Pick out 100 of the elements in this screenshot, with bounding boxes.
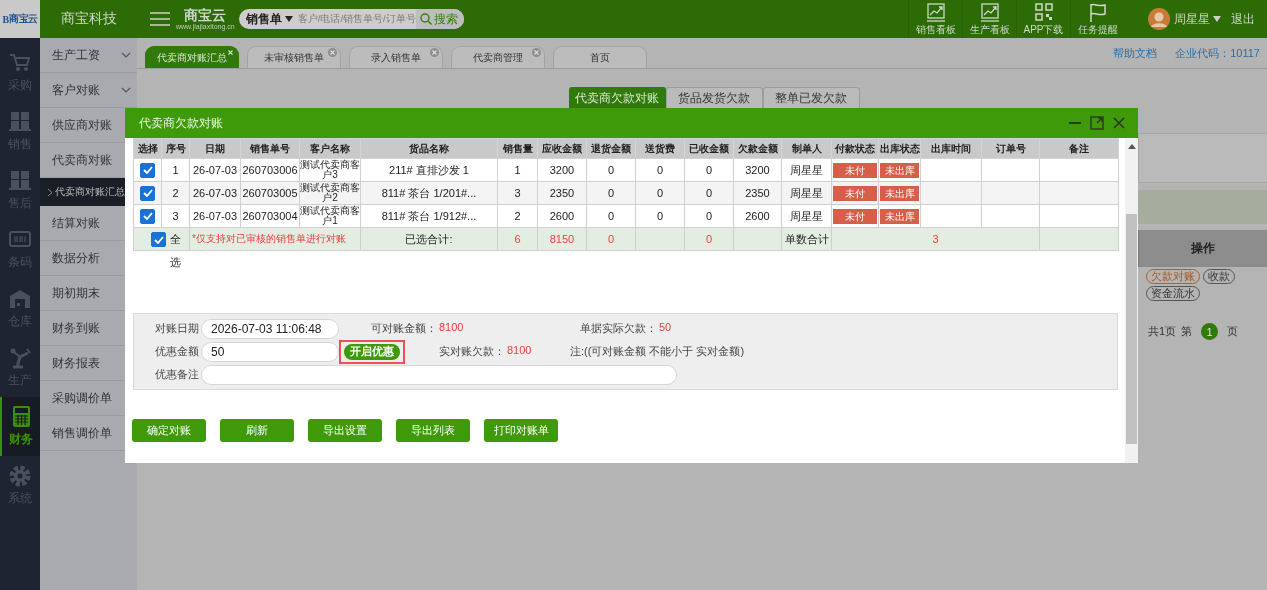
column-header: 出库状态 [878,138,921,159]
tab[interactable]: 代卖商管理 [451,46,545,68]
table-cell: 260703005 [240,181,300,205]
table-cell: 260703004 [240,204,300,228]
tab[interactable]: 录入销售单 [349,46,443,68]
table-cell: 8150 [537,227,587,251]
table-cell: 211# 直排沙发 1 [360,158,498,182]
checkbox[interactable] [140,208,155,224]
tab[interactable]: 未审核销售单 [247,46,341,68]
field-label: 单据实际欠款： [580,321,657,336]
checkbox[interactable] [140,162,155,178]
action-button[interactable]: 刷新 [220,419,294,442]
table-cell: 0 [684,158,734,182]
company-code: 企业代码：10117 [1175,45,1260,61]
check-icon [142,212,153,220]
avatar-icon [1148,8,1170,30]
field-label: 优惠金额 [154,344,199,359]
user-menu[interactable]: 周星星 [1174,10,1221,28]
line-chart-icon [979,1,1000,22]
table-cell: 测试代卖商客户3 [299,158,361,182]
logo-text: 商宝云 [9,12,38,26]
column-header: 欠款金额 [733,138,782,159]
tab[interactable]: 首页 [553,46,647,68]
table-cell: 3200 [733,158,782,182]
check-icon [142,189,153,197]
table-cell: 2600 [733,204,782,228]
chevron-icon [121,52,131,58]
maximize-icon[interactable] [1090,116,1104,130]
table-cell: 0 [635,158,685,182]
table-cell: 3 [831,227,1040,251]
table-cell: 周星星 [781,158,832,182]
checkbox[interactable] [140,185,155,201]
sidebar-item[interactable]: 财务 [0,397,40,456]
total-label: 单数合计 [781,227,832,251]
action-button[interactable]: 导出列表 [396,419,470,442]
search-button[interactable]: 搜索 [415,9,464,29]
action-button[interactable]: 打印对账单 [484,419,558,442]
scrollbar-thumb[interactable] [1126,214,1137,444]
column-header: 备注 [1039,138,1119,159]
tab[interactable]: 代卖商欠款对账 [568,87,666,108]
checkbox[interactable] [151,232,166,247]
column-header: 付款状态 [831,138,879,159]
discount-button[interactable]: 开启优惠 [344,343,400,360]
logout-link[interactable]: 退出 [1231,10,1255,28]
page-label: 第 [1181,324,1193,339]
table-cell: 0 [635,181,685,205]
input-field[interactable]: 50 [201,341,339,362]
action-button[interactable]: 导出设置 [308,419,382,442]
tab[interactable]: 代卖商对账汇总 [145,46,239,68]
search-field[interactable]: 销售单 客户/电话/销售单号/订单号 搜索 [238,9,464,29]
table-cell: 26-07-03 [189,204,241,228]
total-label: 已选合计: [360,227,498,251]
field-label: 对账日期 [154,321,199,336]
table-cell: 260703006 [240,158,300,182]
page-total: 共1页 [1148,324,1177,339]
search-scope[interactable]: 销售单 [245,10,282,28]
robot-arm-icon [8,346,32,369]
table-cell: 0 [586,227,636,251]
select-all-label: 全选 [170,232,181,270]
chevron-icon [121,87,131,93]
page-unit: 页 [1227,324,1239,339]
input-field[interactable]: 2026-07-03 11:06:48 [201,318,339,339]
action-button[interactable]: 确定对账 [132,419,206,442]
table-cell: 测试代卖商客户1 [299,204,361,228]
tab[interactable]: 货品发货欠款 [665,87,763,108]
company-name: 商宝科技 [59,10,118,28]
column-header: 送货费 [635,138,685,159]
table-cell: 2 [497,204,538,228]
boxes-icon [8,110,32,133]
status-badge: 未付 [833,162,877,178]
column-header: 制单人 [781,138,832,159]
qr-code-icon [1033,1,1054,22]
cart-icon [8,51,32,74]
menu-icon [150,11,170,27]
column-header: 订单号 [981,138,1040,159]
input-field[interactable] [201,364,677,385]
column-header: 退货金额 [586,138,636,159]
close-icon[interactable] [1112,116,1126,130]
table-cell: 0 [684,204,734,228]
table-cell: 1 [497,158,538,182]
table-cell: 6 [497,227,538,251]
table-cell: 26-07-03 [189,181,241,205]
page-number[interactable]: 1 [1201,323,1219,340]
table-cell: 26-07-03 [189,158,241,182]
search-placeholder: 客户/电话/销售单号/订单号 [297,12,416,26]
tab[interactable]: 整单已发欠款 [762,87,860,108]
search-icon [419,13,432,25]
help-link[interactable]: 帮助文档 [1113,45,1158,61]
table-cell: 811# 茶台 1/201#... [360,181,498,205]
table-cell: 2 [161,181,190,205]
column-header: 出库时间 [920,138,982,159]
column-header: 应收金额 [537,138,587,159]
column-header: 操作 [1138,230,1267,267]
column-header: 货品名称 [360,138,498,159]
table-cell: 0 [635,204,685,228]
scrollbar[interactable] [1125,138,1138,463]
amount-value: 8100 [439,321,464,335]
table-cell: 周星星 [781,204,832,228]
check-icon [142,166,153,174]
caret-icon [284,16,293,22]
